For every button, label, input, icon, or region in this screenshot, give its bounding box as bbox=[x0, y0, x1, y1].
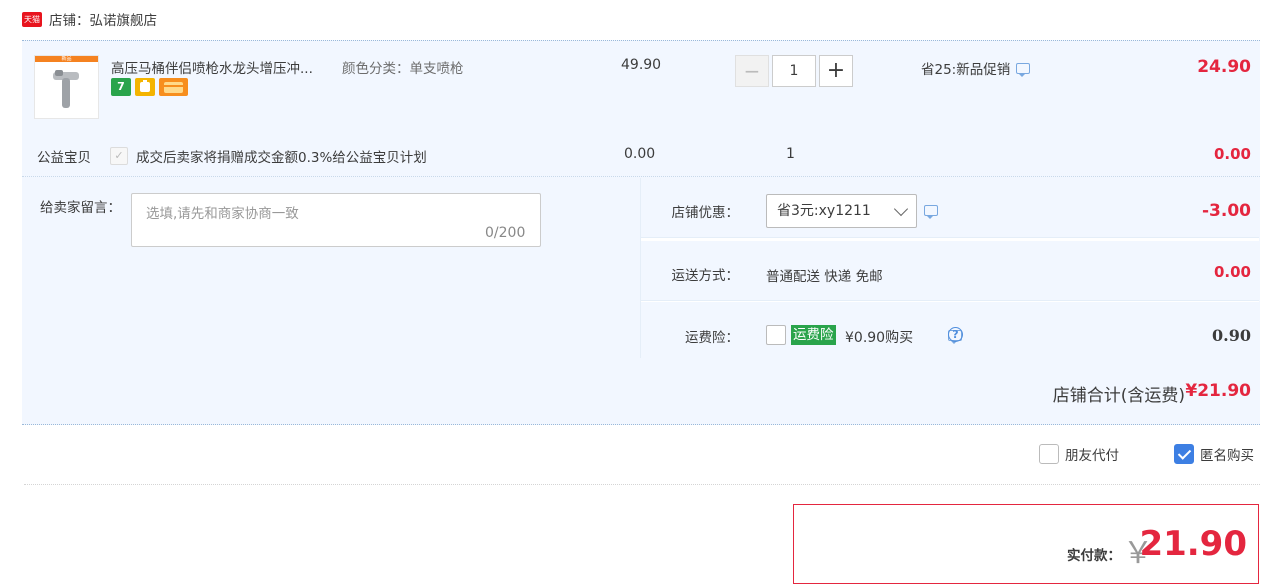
section-divider bbox=[24, 484, 1260, 485]
anonymous-option[interactable]: 匿名购买 bbox=[1174, 444, 1254, 464]
friend-pay-option[interactable]: 朋友代付 bbox=[1039, 444, 1119, 464]
product-thumbnail[interactable]: 新品 bbox=[34, 55, 99, 119]
service-tags: 7 bbox=[111, 78, 188, 96]
help-icon[interactable]: ? bbox=[948, 327, 963, 342]
product-name[interactable]: 高压马桶伴侣喷枪水龙头增压冲... bbox=[111, 57, 313, 77]
chat-icon[interactable] bbox=[1016, 62, 1031, 77]
message-placeholder: 选填,请先和商家协商一致 bbox=[146, 206, 299, 222]
insurance-checkbox[interactable] bbox=[766, 325, 786, 345]
coupon-selected: 省3元:xy1211 bbox=[777, 203, 871, 219]
shipping-value: 0.00 bbox=[1213, 263, 1251, 281]
promo-text: 省25:新品促销 bbox=[921, 62, 1011, 78]
unit-price: 49.90 bbox=[621, 57, 662, 73]
item-total: 24.90 bbox=[1197, 57, 1251, 77]
charity-qty: 1 bbox=[786, 146, 795, 162]
shipping-method: 普通配送 快递 免邮 bbox=[766, 269, 883, 285]
shipping-row: 运送方式： bbox=[641, 241, 1259, 301]
payment-value: 21.90 bbox=[1139, 524, 1247, 564]
insurance-price: ¥0.90购买 bbox=[845, 330, 914, 346]
seven-day-return-icon[interactable]: 7 bbox=[111, 78, 131, 96]
shop-header: 天猫 店铺：弘诺旗舰店 bbox=[22, 9, 157, 29]
coupon-row: 店铺优惠： bbox=[641, 178, 1259, 238]
spray-gun-icon bbox=[53, 70, 79, 108]
chevron-down-icon bbox=[893, 201, 909, 217]
coupon-select[interactable]: 省3元:xy1211 bbox=[766, 194, 917, 228]
coupon-value: -3.00 bbox=[1202, 201, 1251, 221]
shop-total-value: ¥21.90 bbox=[1185, 381, 1251, 401]
message-counter: 0/200 bbox=[485, 225, 526, 241]
quantity-increase-button[interactable]: + bbox=[819, 55, 853, 87]
payment-label: 实付款： bbox=[1067, 548, 1121, 564]
coupon-chat-icon[interactable] bbox=[924, 205, 938, 219]
anonymous-label: 匿名购买 bbox=[1200, 448, 1254, 464]
charity-label: 公益宝贝 bbox=[37, 150, 91, 166]
promo: 省25:新品促销 bbox=[921, 58, 1031, 78]
tmall-icon: 天猫 bbox=[22, 11, 42, 27]
credit-card-icon[interactable] bbox=[159, 78, 188, 96]
insurance-label: 运费险： bbox=[685, 330, 739, 346]
guarantee-icon[interactable] bbox=[135, 78, 155, 96]
shop-total-label: 店铺合计(含运费) bbox=[1052, 386, 1185, 406]
insurance-badge: 运费险 bbox=[791, 325, 836, 345]
charity-price: 0.00 bbox=[624, 146, 656, 162]
quantity-input[interactable]: 1 bbox=[772, 55, 816, 87]
charity-checkbox: ✓ bbox=[110, 147, 128, 165]
shop-name[interactable]: 店铺：弘诺旗舰店 bbox=[49, 9, 157, 29]
coupon-label: 店铺优惠： bbox=[671, 205, 740, 221]
charity-total: 0.00 bbox=[1213, 145, 1251, 163]
message-label: 给卖家留言： bbox=[40, 200, 121, 216]
row-divider bbox=[22, 176, 1260, 177]
quantity-decrease-button[interactable]: − bbox=[735, 55, 769, 87]
friend-pay-label: 朋友代付 bbox=[1065, 448, 1119, 464]
product-sku: 颜色分类：单支喷枪 bbox=[342, 61, 464, 77]
charity-text: 成交后卖家将捐赠成交金额0.3%给公益宝贝计划 bbox=[136, 150, 427, 166]
insurance-value: 0.90 bbox=[1212, 326, 1251, 345]
anonymous-checkbox[interactable] bbox=[1174, 444, 1194, 464]
shipping-label: 运送方式： bbox=[671, 268, 740, 284]
friend-pay-checkbox[interactable] bbox=[1039, 444, 1059, 464]
